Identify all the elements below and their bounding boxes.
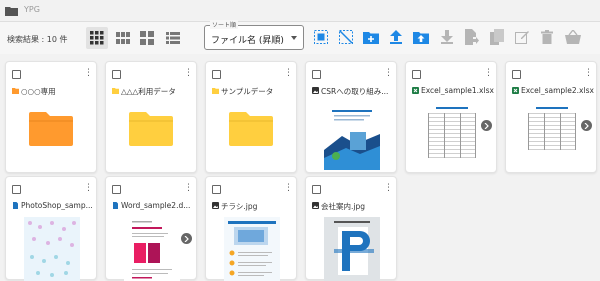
view-small-grid-button[interactable] [86,27,108,49]
new-folder-button[interactable] [361,27,381,47]
file-card[interactable]: ⋮ CSRへの取り組み... [305,61,397,173]
breadcrumb[interactable]: YPG [24,5,40,14]
select-checkbox[interactable] [212,185,221,194]
file-card[interactable]: ⋮ △△△利用データ [105,61,197,173]
file-name: Excel_sample2.xlsx [521,86,594,95]
chevron-down-icon [291,36,297,40]
select-checkbox[interactable] [512,70,521,79]
copy-button[interactable] [487,27,507,47]
select-checkbox[interactable] [212,70,221,79]
move-button[interactable] [462,27,482,47]
deselect-all-icon [339,30,353,44]
upload-icon [390,30,402,44]
file-name: △△△利用データ [121,87,176,96]
top-bar: YPG [0,0,600,22]
edit-button[interactable] [512,27,532,47]
new-folder-icon [363,31,379,44]
file-card[interactable]: ⋮ ○○○専用 [5,61,97,173]
view-large-grid-button[interactable] [136,27,158,49]
basket-button[interactable] [563,27,583,47]
more-menu-icon[interactable]: ⋮ [284,184,293,193]
result-count: 検索結果 : 10 件 [7,35,68,44]
upload-folder-button[interactable] [411,27,431,47]
chevron-right-icon [484,122,489,129]
file-name: チラシ.jpg [221,202,258,211]
file-name: PhotoShop_samp... [21,201,93,210]
more-menu-icon[interactable]: ⋮ [584,69,593,78]
sort-value: ファイル名 (昇順) [211,36,284,46]
move-file-icon [465,29,479,45]
more-menu-icon[interactable]: ⋮ [184,184,193,193]
copy-icon [490,29,504,45]
select-checkbox[interactable] [112,70,121,79]
next-page-button[interactable] [581,120,592,131]
more-menu-icon[interactable]: ⋮ [84,184,93,193]
file-name: サンプルデータ [221,87,274,96]
download-icon [441,30,453,44]
select-checkbox[interactable] [412,70,421,79]
select-checkbox[interactable] [12,70,21,79]
grid-small-icon [90,31,104,45]
more-menu-icon[interactable]: ⋮ [384,184,393,193]
upload-button[interactable] [386,27,406,47]
select-checkbox[interactable] [312,185,321,194]
more-menu-icon[interactable]: ⋮ [84,69,93,78]
more-menu-icon[interactable]: ⋮ [384,69,393,78]
chevron-right-icon [184,235,189,242]
image-thumbnail [24,217,80,281]
file-name: Excel_sample1.xlsx [421,86,494,95]
basket-icon [565,30,581,44]
file-name: Word_sample2.d... [121,201,191,210]
select-checkbox[interactable] [12,185,21,194]
file-card[interactable]: ⋮ PhotoShop_samp... [5,176,97,281]
edit-icon [515,31,529,44]
file-card[interactable]: ⋮ Excel_sample2.xlsx [505,61,597,173]
grid-medium-icon [116,32,130,44]
next-page-button[interactable] [181,233,192,244]
file-card[interactable]: ⋮ 会社案内.jpg [305,176,397,281]
file-card[interactable]: ⋮ Word_sample2.d... [105,176,197,281]
grid-large-icon [140,31,154,45]
trash-icon [541,30,553,44]
folder-icon [229,112,273,146]
sort-legend: ソート順 [210,20,239,29]
view-medium-grid-button[interactable] [112,27,134,49]
upload-folder-icon [413,31,429,44]
file-card[interactable]: ⋮ サンプルデータ [205,61,297,173]
spreadsheet-thumbnail [524,102,580,170]
file-card[interactable]: ⋮ チラシ.jpg [205,176,297,281]
view-list-button[interactable] [162,27,184,49]
select-checkbox[interactable] [312,70,321,79]
image-thumbnail [324,102,380,170]
chevron-right-icon [584,122,589,129]
image-thumbnail [224,217,280,281]
folder-icon [29,112,73,146]
file-name: 会社案内.jpg [321,202,365,211]
more-menu-icon[interactable]: ⋮ [284,69,293,78]
select-checkbox[interactable] [112,185,121,194]
next-page-button[interactable] [481,120,492,131]
deselect-all-button[interactable] [336,27,356,47]
more-menu-icon[interactable]: ⋮ [484,69,493,78]
more-menu-icon[interactable]: ⋮ [184,69,193,78]
folder-icon [129,112,173,146]
toolbar: 検索結果 : 10 件 ソート順 ファイル名 (昇順) [0,20,600,54]
file-name: CSRへの取り組み... [321,87,389,96]
file-card[interactable]: ⋮ Excel_sample1.xlsx [405,61,497,173]
folder-icon [5,7,18,16]
download-button[interactable] [437,27,457,47]
list-icon [166,32,180,44]
file-name: ○○○専用 [21,87,56,96]
select-all-icon [314,30,328,44]
sort-select[interactable]: ソート順 ファイル名 (昇順) [204,20,304,50]
spreadsheet-thumbnail [424,102,480,170]
delete-button[interactable] [537,27,557,47]
document-thumbnail [124,217,180,281]
image-thumbnail [324,217,380,281]
select-all-button[interactable] [311,27,331,47]
